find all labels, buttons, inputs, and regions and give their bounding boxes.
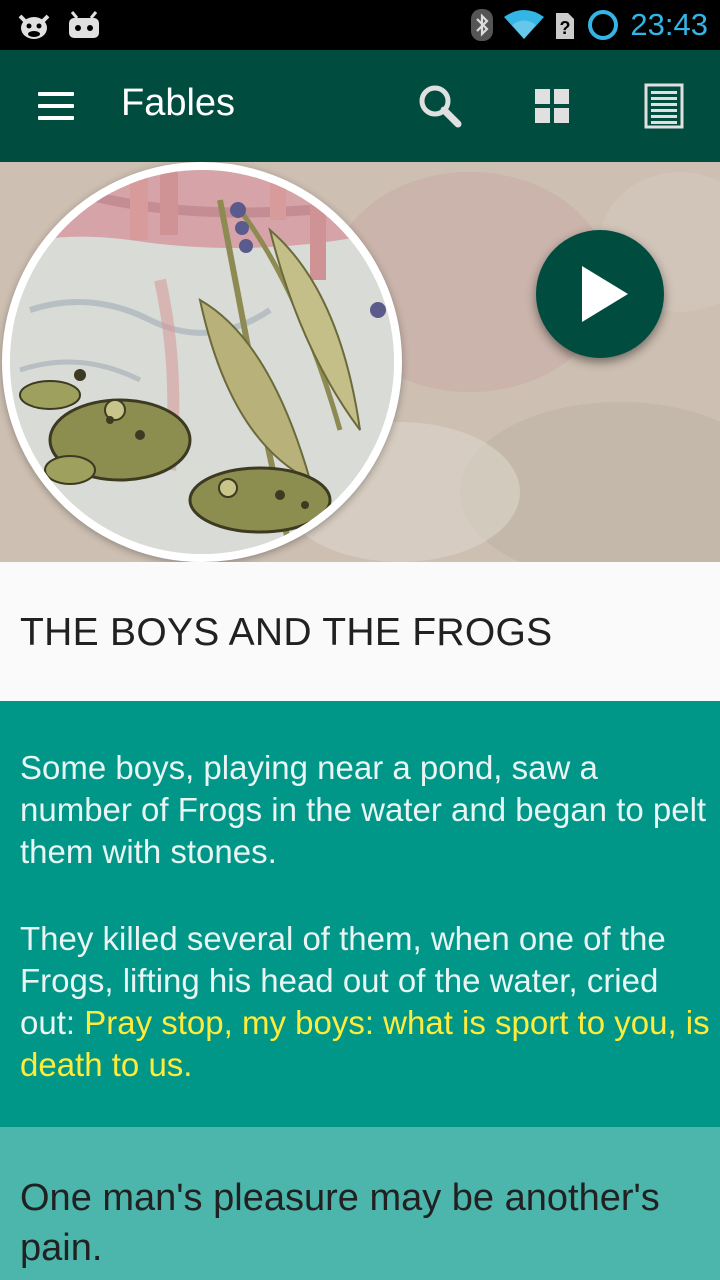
menu-button[interactable]: [28, 84, 84, 128]
story-paragraph: Some boys, playing near a pond, saw a nu…: [20, 749, 707, 870]
search-button[interactable]: [410, 76, 470, 136]
hamburger-icon: [38, 92, 74, 96]
wifi-icon: [504, 10, 545, 39]
clock: 23:43: [630, 7, 708, 42]
grid-view-button[interactable]: [522, 76, 582, 136]
cyanogen-mascot-icon: [18, 14, 50, 39]
grid-view-icon: [535, 89, 569, 123]
no-sim-icon: ?: [556, 13, 575, 39]
story-quote: Pray stop, my boys: what is sport to you…: [20, 1004, 710, 1083]
hero-banner: [0, 162, 720, 562]
list-view-button[interactable]: [634, 76, 694, 136]
page-title: Fables: [121, 82, 236, 124]
fable-title-card: THE BOYS AND THE FROGS: [0, 562, 720, 701]
fable-moral: One man's pleasure may be another's pain…: [20, 1177, 660, 1269]
sync-circle-icon: [588, 10, 619, 40]
story-paragraph: They killed several of them, when one of…: [20, 918, 710, 1086]
app-toolbar: Fables: [0, 50, 720, 162]
svg-text:?: ?: [560, 18, 571, 38]
fable-story: Some boys, playing near a pond, saw a nu…: [0, 701, 720, 1127]
play-button[interactable]: [536, 230, 664, 358]
frogs-illustration-image: [10, 170, 394, 554]
list-view-icon: [644, 83, 684, 129]
android-debug-icon: [69, 11, 99, 38]
bluetooth-icon: [471, 9, 494, 41]
fable-illustration: [2, 162, 402, 562]
play-icon: [582, 266, 628, 322]
fable-moral-card: One man's pleasure may be another's pain…: [0, 1127, 720, 1280]
fable-title: THE BOYS AND THE FROGS: [20, 611, 553, 654]
search-icon: [419, 85, 462, 128]
status-bar: ? 23:43: [0, 0, 720, 50]
